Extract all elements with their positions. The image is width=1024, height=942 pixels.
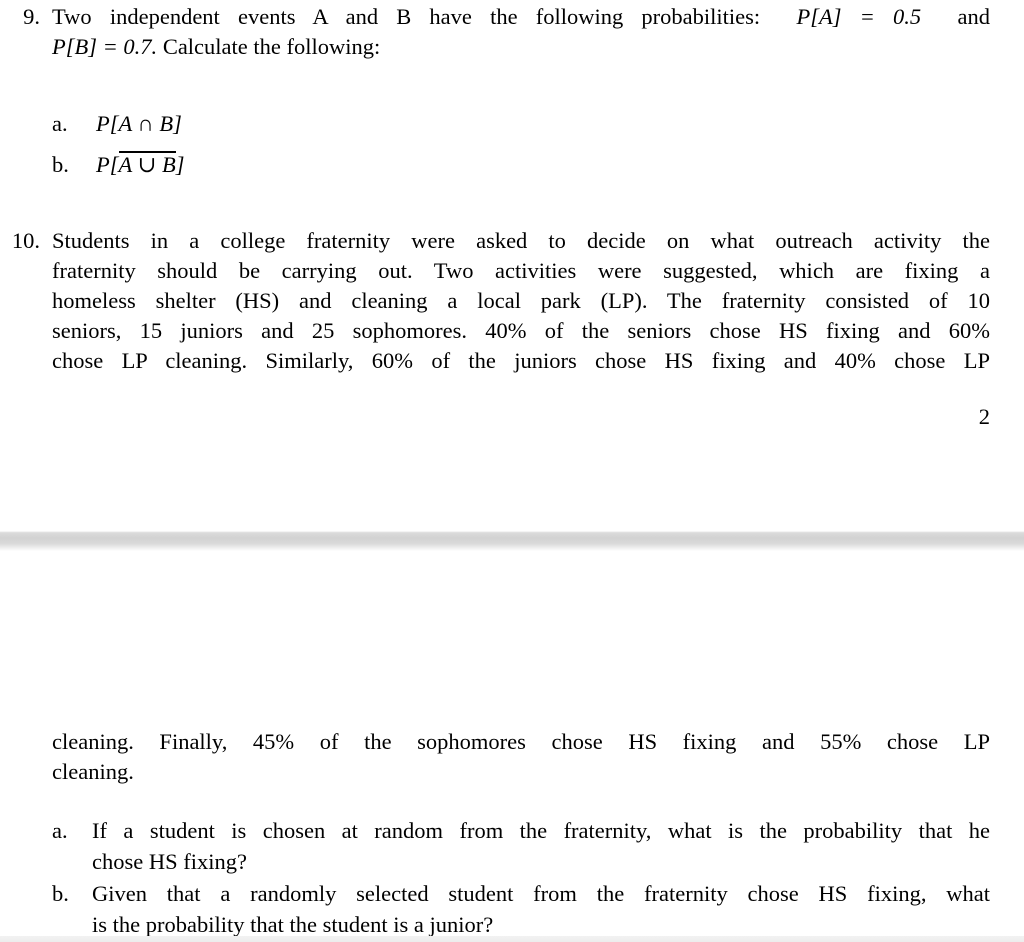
problem-10-continuation: cleaning. Finally, 45% of the sophomores… <box>0 727 1024 787</box>
problem-9-item-b: b. P[A ∪ B] <box>0 149 1024 180</box>
problem-10-item-a-marker: a. <box>52 818 68 843</box>
problem-9-item-a-expression: P[A ∩ B] <box>96 108 990 139</box>
problem-10-line-3: homeless shelter (HS) and cleaning a loc… <box>52 288 990 313</box>
problem-10-line-4: seniors, 15 juniors and 25 sophomores. 4… <box>52 318 990 343</box>
problem-9-line-2: P[B] = 0.7. Calculate the following: <box>52 32 990 62</box>
problem-9-line-1-tail: and <box>957 4 991 29</box>
document-page-top: 9. Two independent events A and B have t… <box>0 0 1024 531</box>
problem-10-line-2: fraternity should be carrying out. Two a… <box>52 258 990 283</box>
problem-9-item-b-prefix: P[ <box>96 152 119 177</box>
problem-9-item-b-suffix: ] <box>175 152 185 177</box>
problem-9-item-a: a. P[A ∩ B] <box>0 108 1024 139</box>
page-separator <box>0 531 1024 551</box>
problem-9-pa-value: P[A] = 0.5 <box>796 4 922 29</box>
continuation-line-1: cleaning. Finally, 45% of the sophomores… <box>52 729 990 754</box>
problem-10-marker: 10. <box>11 228 40 253</box>
problem-9-item-a-prefix: P[ <box>96 111 119 136</box>
problem-9-item-a-expr: A ∩ B <box>118 111 174 136</box>
problem-9-body: Two independent events A and B have the … <box>52 2 990 62</box>
problem-10-item-a: a. If a student is chosen at random from… <box>0 815 1024 877</box>
problem-9-line-1: Two independent events A and B have the … <box>52 2 990 32</box>
problem-10: 10. Students in a college fraternity wer… <box>0 226 1024 376</box>
page-number: 2 <box>978 404 990 429</box>
document-page-bottom: cleaning. Finally, 45% of the sophomores… <box>0 551 1024 937</box>
problem-10-item-a-line-1: If a student is chosen at random from th… <box>92 818 990 843</box>
top-margin <box>0 551 1024 727</box>
problem-9-marker: 9. <box>23 4 40 29</box>
problem-10-item-b-line-1: Given that a randomly selected student f… <box>92 881 990 906</box>
problem-9-item-b-expression: P[A ∪ B] <box>96 149 990 180</box>
problem-9-item-a-suffix: ] <box>173 111 182 136</box>
problem-10-item-a-body: If a student is chosen at random from th… <box>92 815 990 877</box>
problem-9-line-2-tail: Calculate the following: <box>162 34 381 59</box>
complement-overline: A ∪ B <box>118 151 176 177</box>
continuation-line-2: cleaning. <box>52 759 134 784</box>
problem-10-line-5: chose LP cleaning. Similarly, 60% of the… <box>52 348 990 373</box>
problem-10-body: Students in a college fraternity were as… <box>52 226 990 376</box>
problem-9-pb-value: P[B] = 0.7. <box>52 34 158 59</box>
problem-10-item-b: b. Given that a randomly selected studen… <box>0 878 1024 940</box>
problem-10-line-1: Students in a college fraternity were as… <box>52 228 990 253</box>
problem-9-item-b-marker: b. <box>52 152 69 177</box>
problem-10-item-a-line-2: chose HS fixing? <box>92 849 247 874</box>
problem-10-item-b-marker: b. <box>52 881 69 906</box>
problem-9-line-1-text: Two independent events A and B have the … <box>52 4 761 29</box>
problem-10-item-b-body: Given that a randomly selected student f… <box>92 878 990 940</box>
problem-9-item-b-expr: A ∪ B <box>118 152 176 177</box>
page-bottom-strip <box>0 936 1024 942</box>
problem-9: 9. Two independent events A and B have t… <box>0 2 1024 62</box>
problem-9-item-a-marker: a. <box>52 111 68 136</box>
problem-10-continuation-body: cleaning. Finally, 45% of the sophomores… <box>52 727 990 787</box>
